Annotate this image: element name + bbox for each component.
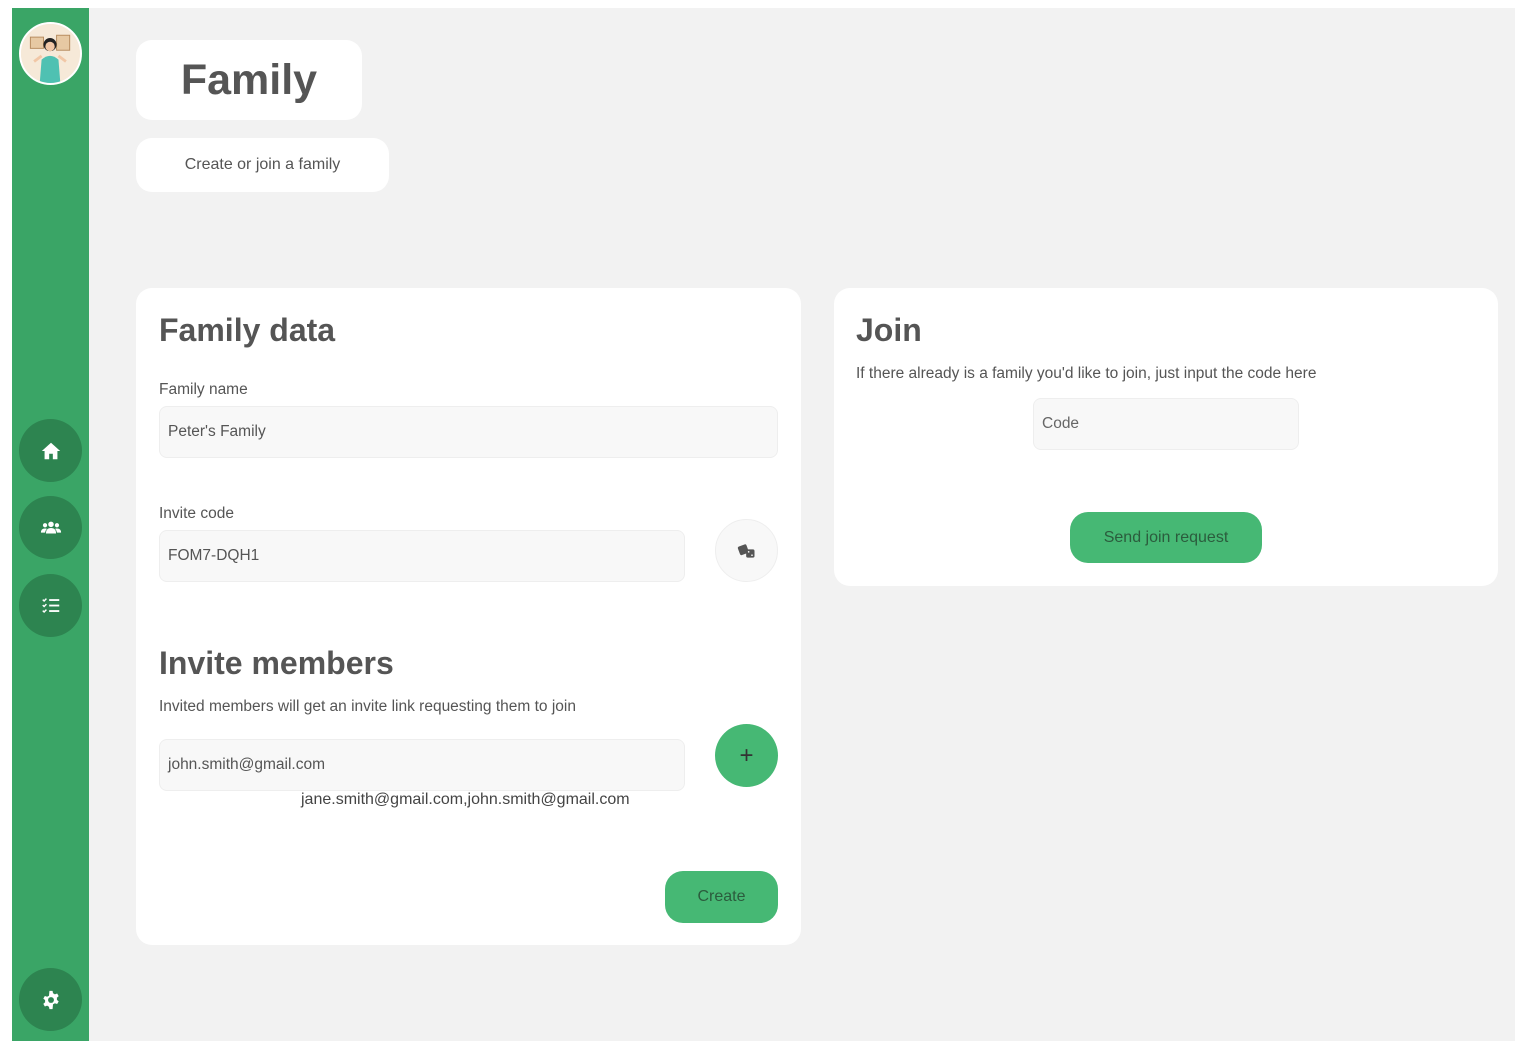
join-description: If there already is a family you'd like … [856, 365, 1317, 382]
sidebar-item-tasks[interactable] [19, 574, 82, 637]
family-data-card: Family data Family name Peter's Family I… [136, 288, 801, 945]
family-data-heading: Family data [159, 312, 336, 348]
avatar[interactable] [19, 22, 82, 85]
invite-members-heading: Invite members [159, 645, 394, 681]
users-icon [40, 521, 61, 533]
sidebar [12, 8, 89, 1041]
sidebar-item-family[interactable] [19, 496, 82, 559]
invite-email-field[interactable]: john.smith@gmail.com [159, 739, 685, 791]
create-button[interactable]: Create [665, 871, 778, 923]
join-heading: Join [856, 312, 922, 348]
home-icon [41, 442, 60, 459]
join-card: Join If there already is a family you'd … [834, 288, 1498, 586]
invite-code-label: Invite code [159, 505, 234, 522]
send-join-request-button[interactable]: Send join request [1070, 512, 1262, 563]
invite-code-field[interactable]: FOM7-DQH1 [159, 530, 685, 582]
page-subtitle: Create or join a family [184, 156, 341, 173]
page-subtitle-pill: Create or join a family [136, 138, 389, 192]
add-invite-button[interactable]: + [715, 724, 778, 787]
sidebar-item-home[interactable] [19, 419, 82, 482]
avatar-illustration [21, 24, 80, 83]
dice-icon [737, 543, 754, 558]
gear-icon [42, 990, 59, 1009]
family-name-label: Family name [159, 381, 248, 398]
settings-button[interactable] [19, 968, 82, 1031]
join-code-field[interactable]: Code [1033, 398, 1299, 450]
page-title: Family [180, 55, 318, 104]
add-icon: + [739, 741, 754, 769]
invite-members-description: Invited members will get an invite link … [159, 698, 576, 715]
checklist-icon [41, 597, 59, 613]
regenerate-code-button[interactable] [715, 519, 778, 582]
app-frame: Family Create or join a family Family da… [12, 8, 1515, 1041]
invited-emails-list: jane.smith@gmail.com,john.smith@gmail.co… [301, 791, 630, 808]
family-name-field[interactable]: Peter's Family [159, 406, 778, 458]
page-title-pill: Family [136, 40, 362, 120]
